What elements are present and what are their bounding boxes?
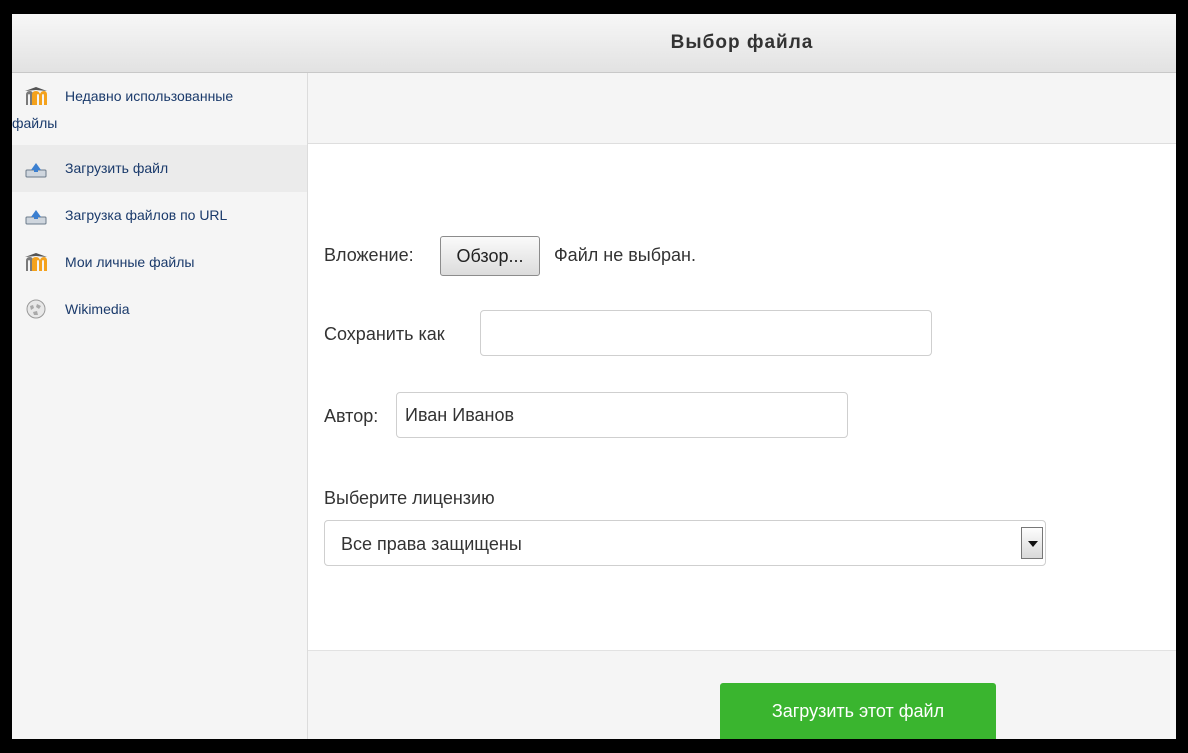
author-input[interactable] [396, 392, 848, 438]
sidebar-item-label: Загрузка файлов по URL [65, 207, 228, 223]
moodle-icon [25, 87, 47, 105]
dialog-footer: Загрузить этот файл [308, 650, 1176, 739]
sidebar-item-label: Мои личные файлы [65, 254, 195, 270]
chevron-down-icon[interactable] [1021, 527, 1043, 559]
sidebar-item-recent-files[interactable]: Недавно использованные файлы [12, 73, 307, 145]
sidebar-item-private-files[interactable]: Мои личные файлы [12, 239, 307, 286]
no-file-selected-text: Файл не выбран. [554, 245, 696, 265]
upload-url-icon [25, 210, 47, 225]
file-picker-dialog: Выбор файла Недавно использованные файлы… [10, 12, 1178, 741]
sidebar-item-upload-file[interactable]: Загрузить файл [12, 145, 307, 192]
upload-form: Вложение: Обзор... Файл не выбран. Сохра… [308, 144, 1176, 650]
license-selected-value: Все права защищены [341, 534, 522, 554]
repository-sidebar: Недавно использованные файлы Загрузить ф… [12, 73, 308, 739]
sidebar-item-label: Wikimedia [65, 301, 130, 317]
license-label: Выберите лицензию [324, 488, 495, 508]
moodle-icon [25, 253, 47, 271]
save-as-input[interactable] [480, 310, 932, 356]
dialog-header: Выбор файла [12, 14, 1176, 73]
content-toolbar [308, 73, 1176, 144]
wikimedia-icon [26, 299, 46, 319]
license-select[interactable]: Все права защищены [324, 520, 1046, 566]
dialog-title: Выбор файла [670, 32, 814, 53]
save-as-label: Сохранить как [324, 324, 445, 344]
attachment-label: Вложение: [324, 245, 414, 265]
sidebar-item-upload-url[interactable]: Загрузка файлов по URL [12, 192, 307, 239]
author-label: Автор: [324, 406, 379, 426]
upload-icon [25, 163, 47, 178]
browse-button[interactable]: Обзор... [440, 236, 540, 276]
upload-file-button[interactable]: Загрузить этот файл [720, 683, 996, 739]
sidebar-item-wikimedia[interactable]: Wikimedia [12, 286, 307, 333]
sidebar-item-label: Загрузить файл [65, 160, 169, 176]
sidebar-item-label-continued: файлы [12, 115, 58, 131]
sidebar-item-label: Недавно использованные [65, 88, 234, 104]
